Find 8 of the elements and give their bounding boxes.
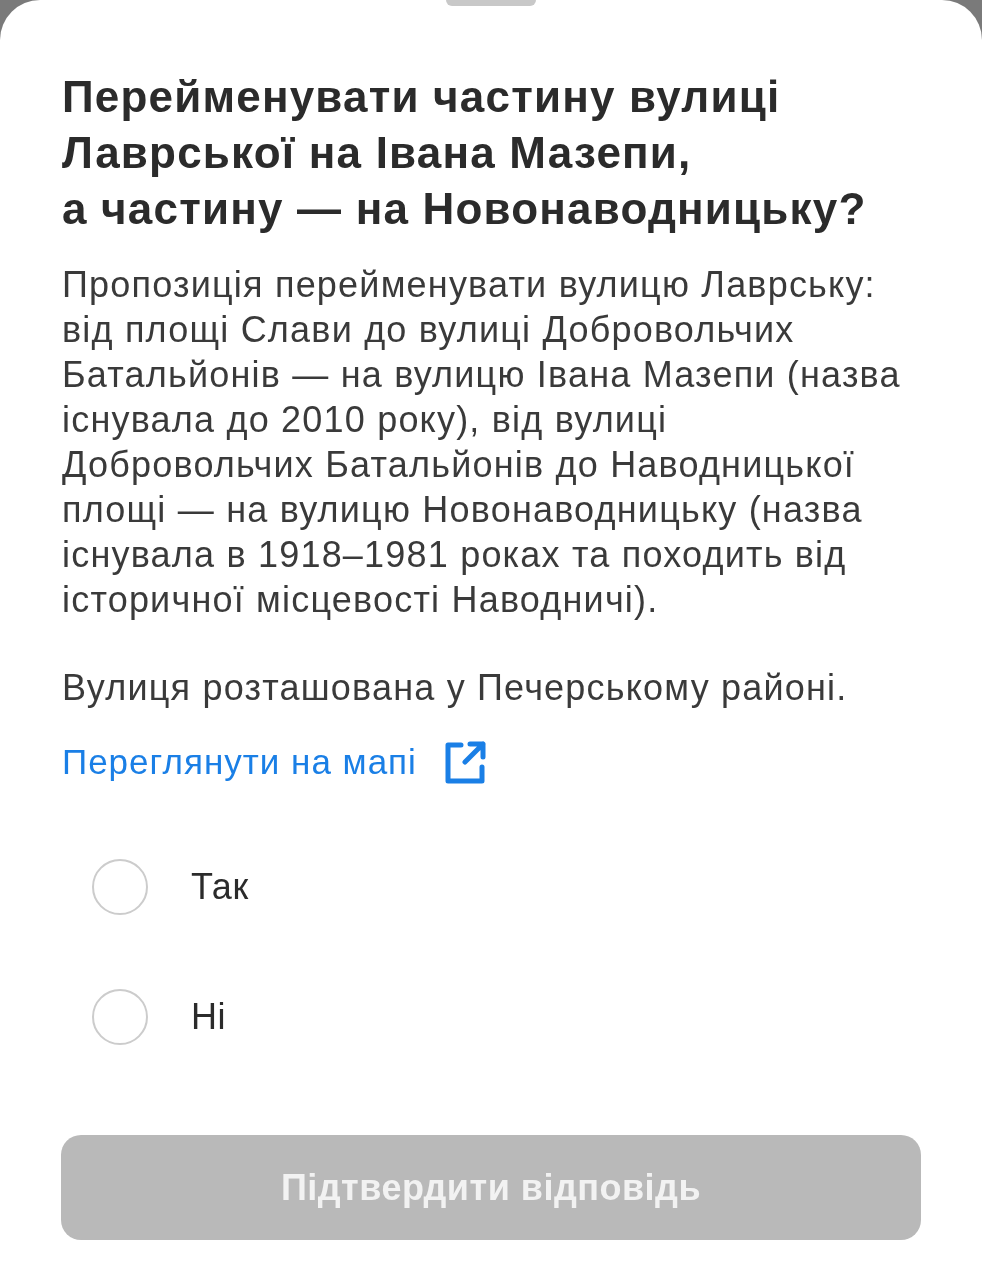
question-title: Перейменувати частину вулиці Лаврської на Івана Мазепи, а частину — на Новонаводницьку? — [62, 71, 868, 235]
view-on-map-link[interactable]: Переглянути на мапі — [62, 740, 487, 784]
option-label[interactable]: Ні — [191, 990, 226, 1044]
radio-button[interactable] — [92, 989, 148, 1045]
radio-button[interactable] — [92, 859, 148, 915]
option-label[interactable]: Так — [191, 860, 249, 914]
description-text: Пропозиція перейменувати вулицю Лаврську: від площі Слави до вулиці Добровольчих Батальйонів — на вулицю Івана Мазепи (назва існувала до 2010 року), від вулиці Добровольчих Батальйонів до Наводницької площі — на вулицю Новонаводницьку (назва існувала в 1918–1981 роках та походить від історичної місцевості Наводничі). — [62, 263, 902, 622]
description-text: Вулиця розташована у Печерському районі. — [62, 666, 849, 710]
